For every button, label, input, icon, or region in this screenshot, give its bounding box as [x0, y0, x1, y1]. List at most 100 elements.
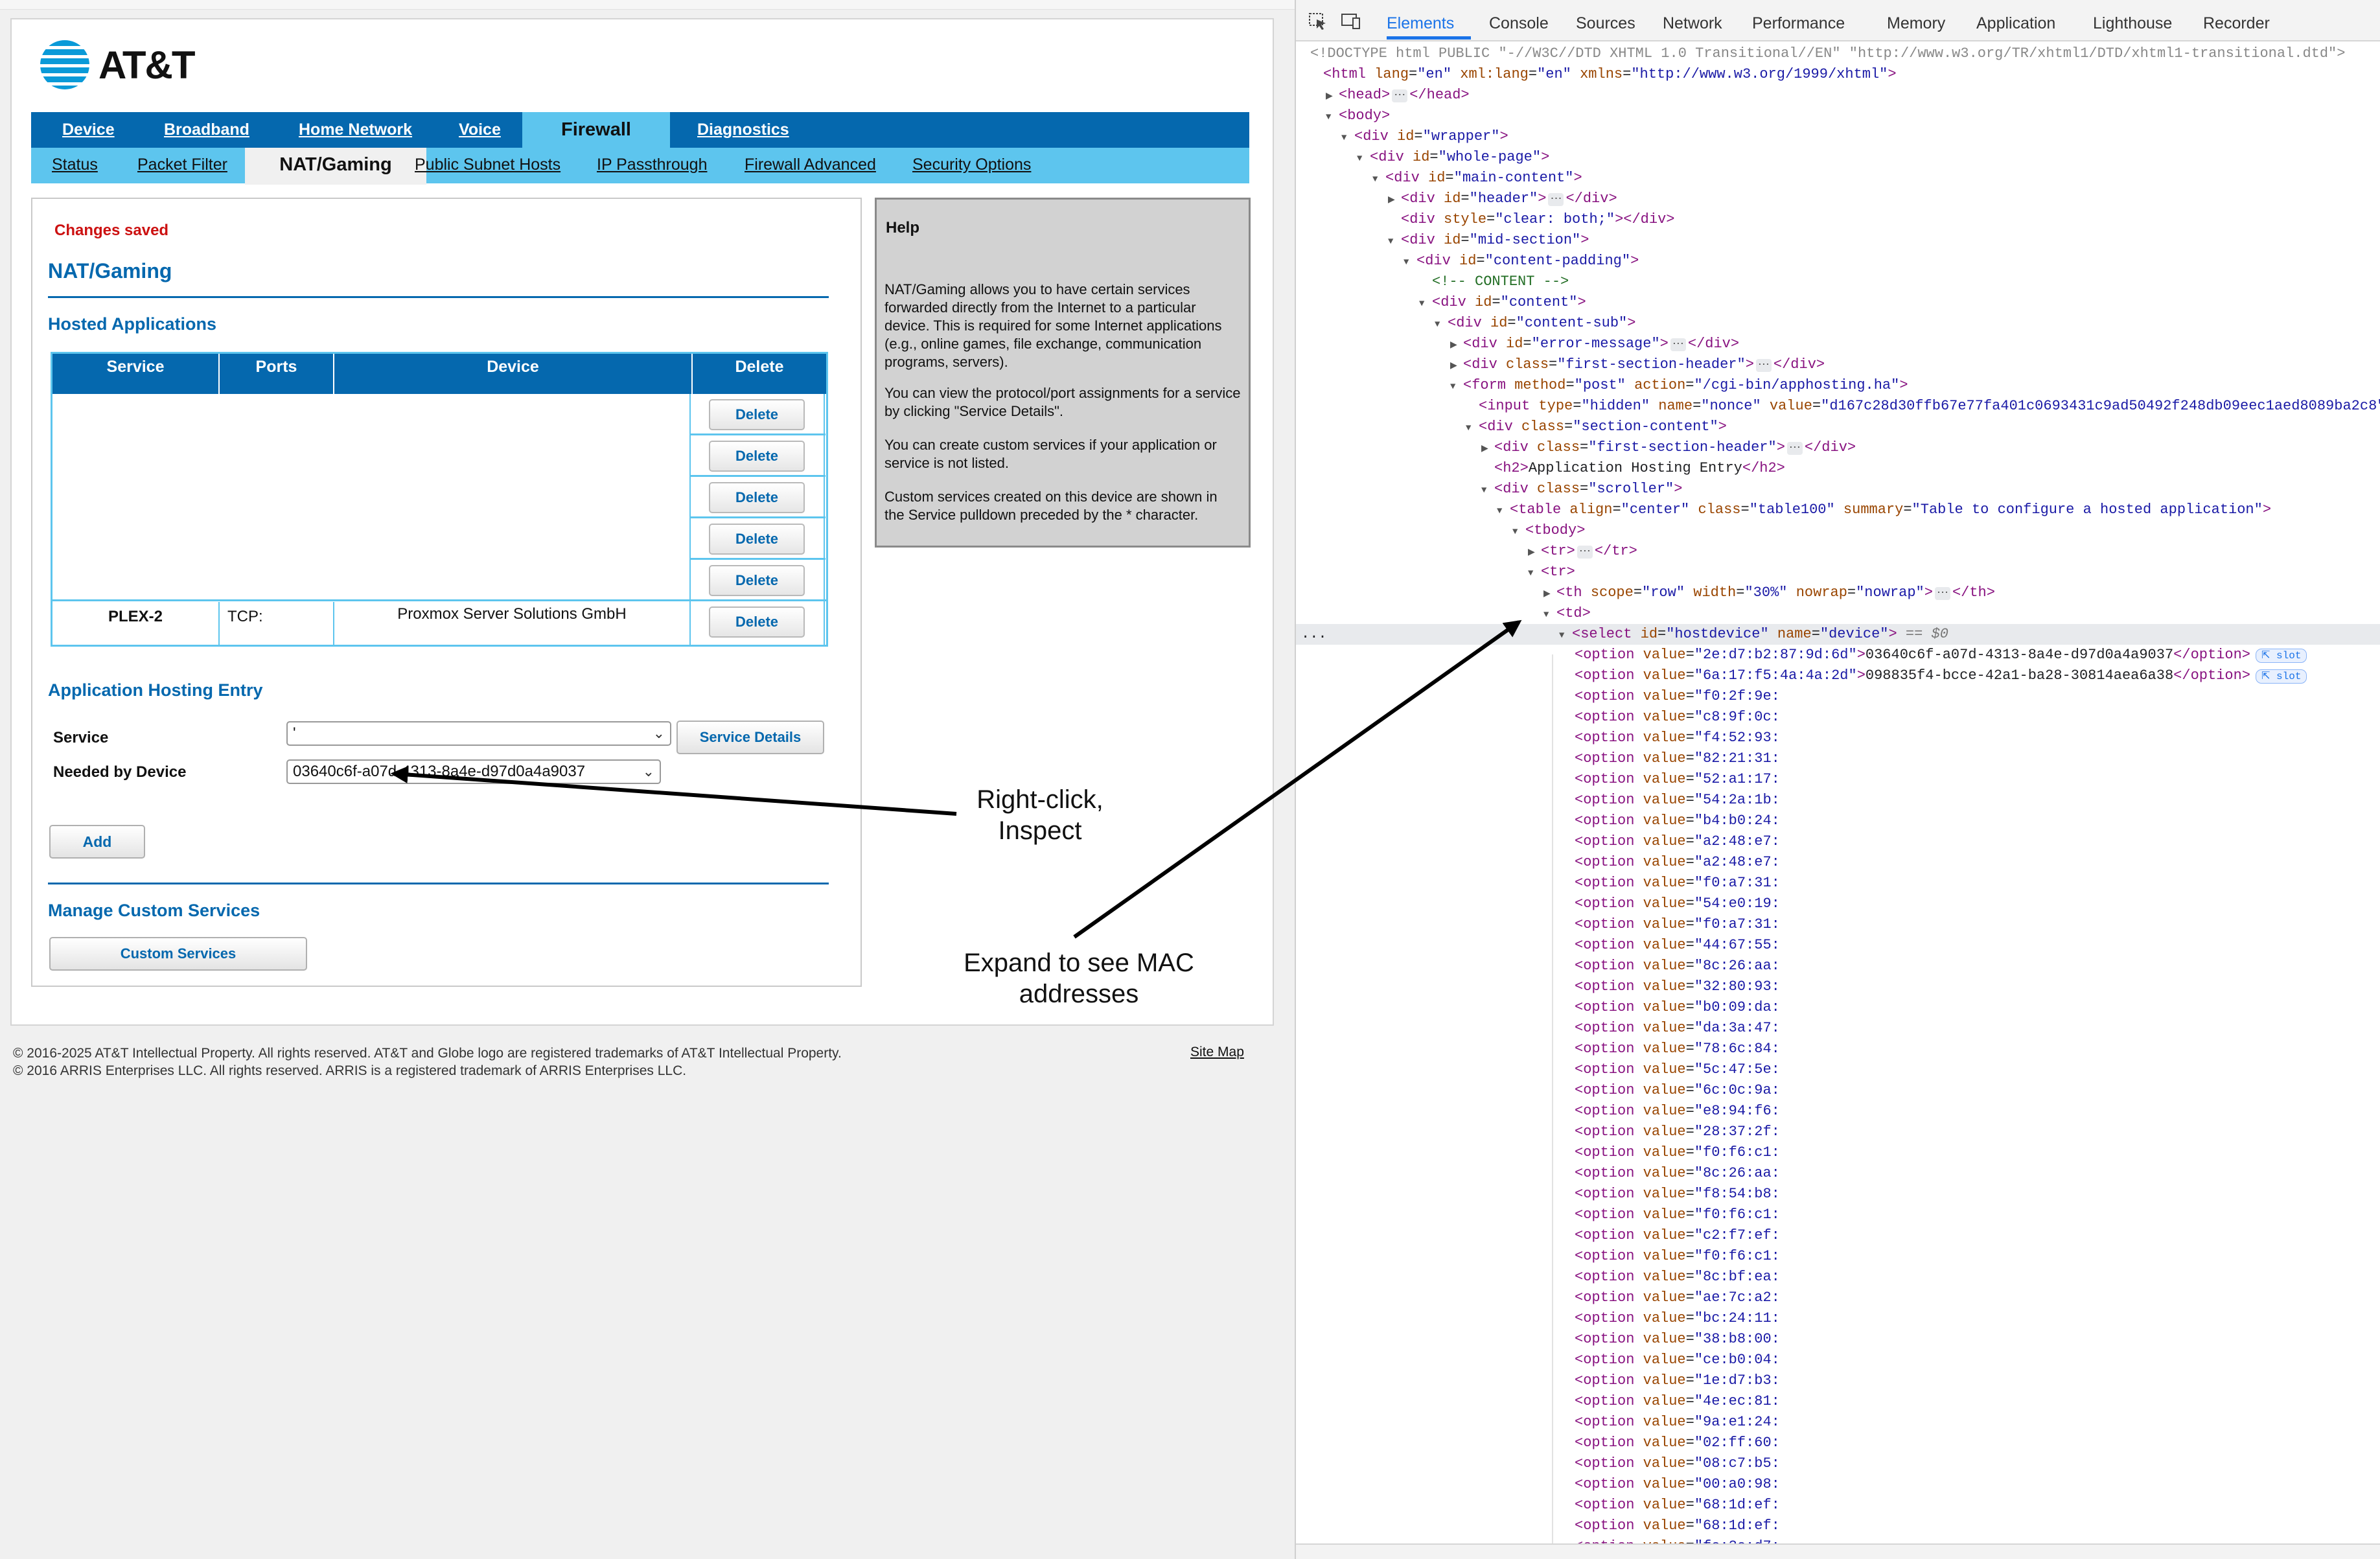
- dom-option-node[interactable]: <option value="2e:d7:b2:87:9d:6d">03640c…: [1296, 645, 2380, 665]
- dom-option-node[interactable]: <option value="f0:a7:31:: [1296, 873, 2380, 894]
- dom-node-selected[interactable]: ... ▼ <select id="hostdevice" name="device…: [1296, 624, 2380, 645]
- collapse-triangle-icon[interactable]: ▼: [1512, 522, 1521, 542]
- devtools-tab-elements[interactable]: Elements: [1387, 0, 1454, 40]
- dom-option-node[interactable]: <option value="c2:f7:ef:: [1296, 1225, 2380, 1246]
- collapse-triangle-icon[interactable]: ▼: [1388, 231, 1397, 252]
- dom-option-node[interactable]: <option value="00:a0:98:: [1296, 1474, 2380, 1495]
- slot-badge[interactable]: ⇱ slot: [2256, 649, 2307, 663]
- tab-broadband[interactable]: Broadband: [164, 112, 249, 148]
- dom-option-node[interactable]: <option value="f8:54:b8:: [1296, 1184, 2380, 1205]
- dom-option-node[interactable]: <option value="f0:2f:9e:: [1296, 686, 2380, 707]
- dom-node[interactable]: ▶ <div class="first-section-header"> ⋯ </di…: [1296, 437, 2380, 458]
- delete-button[interactable]: Delete: [709, 524, 805, 555]
- collapse-triangle-icon[interactable]: ▼: [1481, 480, 1490, 501]
- dom-node[interactable]: ▼ <div id="whole-page">: [1296, 147, 2380, 168]
- dom-option-node[interactable]: <option value="f0:f6:c1:: [1296, 1142, 2380, 1163]
- collapse-triangle-icon[interactable]: ▼: [1466, 418, 1475, 439]
- tab-voice[interactable]: Voice: [459, 112, 501, 148]
- dom-option-node[interactable]: <option value="8c:26:aa:: [1296, 956, 2380, 976]
- dom-node[interactable]: ▶ <div id="error-message"> ⋯ </div>: [1296, 334, 2380, 354]
- collapse-triangle-icon[interactable]: ▼: [1543, 605, 1553, 625]
- subtab-nat-gaming[interactable]: NAT/Gaming: [245, 148, 426, 185]
- devtools-tab-console[interactable]: Console: [1489, 0, 1549, 40]
- dom-option-node[interactable]: <option value="52:a1:17:: [1296, 769, 2380, 790]
- slot-badge[interactable]: ⇱ slot: [2256, 669, 2307, 684]
- site-map-link[interactable]: Site Map: [1190, 1045, 1244, 1060]
- subtab-ip-passthrough[interactable]: IP Passthrough: [597, 148, 707, 183]
- dom-option-node[interactable]: <option value="54:e0:19:: [1296, 894, 2380, 914]
- dom-node[interactable]: ▶ <div class="first-section-header"> ⋯ </di…: [1296, 354, 2380, 375]
- tab-device[interactable]: Device: [62, 112, 115, 148]
- devtools-tab-lighthouse[interactable]: Lighthouse: [2093, 0, 2172, 40]
- dom-option-node[interactable]: <option value="f0:f6:c1:: [1296, 1205, 2380, 1225]
- dom-node[interactable]: <!-- CONTENT -->: [1296, 271, 2380, 292]
- delete-button[interactable]: Delete: [709, 399, 805, 430]
- collapse-triangle-icon[interactable]: ▼: [1404, 252, 1413, 273]
- dom-node[interactable]: ▼ <table align="center" class="table100" …: [1296, 500, 2380, 520]
- dom-option-node[interactable]: <option value="a2:48:e7:: [1296, 831, 2380, 852]
- needed-by-device-select[interactable]: 03640c6f-a07d-4313-8a4e-d97d0a4a9037 ⌄: [286, 759, 661, 784]
- dom-option-node[interactable]: <option value="1e:d7:b3:: [1296, 1370, 2380, 1391]
- delete-button[interactable]: Delete: [709, 482, 805, 513]
- devtools-tab-memory[interactable]: Memory: [1887, 0, 1945, 40]
- dom-option-node[interactable]: <option value="a2:48:e7:: [1296, 852, 2380, 873]
- collapse-triangle-icon[interactable]: ▼: [1326, 107, 1335, 128]
- dom-option-node[interactable]: <option value="78:6c:84:: [1296, 1039, 2380, 1059]
- dom-option-node[interactable]: <option value="68:1d:ef:: [1296, 1495, 2380, 1516]
- dom-node[interactable]: ▼ <div id="content">: [1296, 292, 2380, 313]
- dom-node[interactable]: ▶ <th scope="row" width="30%" nowrap="now…: [1296, 583, 2380, 603]
- dom-node[interactable]: ▼ <div class="scroller">: [1296, 479, 2380, 500]
- dom-option-node[interactable]: <option value="8c:26:aa:: [1296, 1163, 2380, 1184]
- dom-option-node[interactable]: <option value="8c:bf:ea:: [1296, 1267, 2380, 1288]
- dom-option-node[interactable]: <option value="f0:f6:c1:: [1296, 1246, 2380, 1267]
- dom-node[interactable]: ▼ <form method="post" action="/cgi-bin/ap…: [1296, 375, 2380, 396]
- delete-button[interactable]: Delete: [709, 565, 805, 596]
- dom-node[interactable]: <div style="clear: both;"></div>: [1296, 209, 2380, 230]
- expand-triangle-icon[interactable]: ▶: [1528, 542, 1537, 563]
- collapse-triangle-icon[interactable]: ▼: [1559, 625, 1568, 646]
- collapse-triangle-icon[interactable]: ▼: [1497, 501, 1506, 522]
- expand-triangle-icon[interactable]: ▶: [1388, 190, 1397, 211]
- dom-option-node[interactable]: <option value="f4:52:93:: [1296, 728, 2380, 748]
- collapse-triangle-icon[interactable]: ▼: [1341, 128, 1350, 148]
- dom-option-node[interactable]: <option value="6a:17:f5:4a:4a:2d">098835…: [1296, 665, 2380, 686]
- dom-option-node[interactable]: <option value="bc:24:11:: [1296, 1308, 2380, 1329]
- subtab-public-subnet-hosts[interactable]: Public Subnet Hosts: [415, 148, 560, 183]
- expand-triangle-icon[interactable]: ▶: [1326, 86, 1335, 107]
- inspect-cursor-icon[interactable]: [1308, 12, 1330, 31]
- devtools-tab-recorder[interactable]: Recorder: [2203, 0, 2270, 40]
- dom-option-node[interactable]: <option value="82:21:31:: [1296, 748, 2380, 769]
- custom-services-button[interactable]: Custom Services: [49, 937, 307, 971]
- dom-option-node[interactable]: <option value="54:2a:1b:: [1296, 790, 2380, 811]
- dom-node[interactable]: ▶ <div id="header"> ⋯ </div>: [1296, 189, 2380, 209]
- dom-option-node[interactable]: <option value="32:80:93:: [1296, 976, 2380, 997]
- dom-option-node[interactable]: <option value="ae:7c:a2:: [1296, 1288, 2380, 1308]
- expand-triangle-icon[interactable]: ▶: [1481, 439, 1490, 459]
- dom-node[interactable]: ▼ <div id="wrapper">: [1296, 126, 2380, 147]
- dom-option-node[interactable]: <option value="38:b8:00:: [1296, 1329, 2380, 1350]
- service-details-button[interactable]: Service Details: [676, 721, 824, 754]
- delete-button[interactable]: Delete: [709, 606, 805, 638]
- dom-node[interactable]: ▼ <div id="content-padding">: [1296, 251, 2380, 271]
- tab-diagnostics[interactable]: Diagnostics: [697, 112, 789, 148]
- dom-option-node[interactable]: <option value="08:c7:b5:: [1296, 1453, 2380, 1474]
- dom-option-node[interactable]: <option value="44:67:55:: [1296, 935, 2380, 956]
- devtools-tab-network[interactable]: Network: [1663, 0, 1722, 40]
- collapse-triangle-icon[interactable]: ▼: [1372, 169, 1381, 190]
- dom-node[interactable]: ▼ <body>: [1296, 106, 2380, 126]
- devtools-tab-performance[interactable]: Performance: [1752, 0, 1845, 40]
- dom-option-node[interactable]: <option value="02:ff:60:: [1296, 1433, 2380, 1453]
- collapse-triangle-icon[interactable]: ▼: [1435, 314, 1444, 335]
- dom-node[interactable]: ▼ <div id="main-content">: [1296, 168, 2380, 189]
- dom-option-node[interactable]: <option value="6c:0c:9a:: [1296, 1080, 2380, 1101]
- dom-option-node[interactable]: <option value="28:37:2f:: [1296, 1122, 2380, 1142]
- dom-option-node[interactable]: <option value="ce:b0:04:: [1296, 1350, 2380, 1370]
- devtools-tab-sources[interactable]: Sources: [1576, 0, 1635, 40]
- dom-node[interactable]: ▼ <td>: [1296, 603, 2380, 624]
- subtab-status[interactable]: Status: [52, 148, 98, 183]
- dom-option-node[interactable]: <option value="4e:ec:81:: [1296, 1391, 2380, 1412]
- dom-option-node[interactable]: <option value="e8:94:f6:: [1296, 1101, 2380, 1122]
- dom-option-node[interactable]: <option value="da:3a:47:: [1296, 1018, 2380, 1039]
- tab-home-network[interactable]: Home Network: [299, 112, 412, 148]
- dom-node[interactable]: ▼ <tbody>: [1296, 520, 2380, 541]
